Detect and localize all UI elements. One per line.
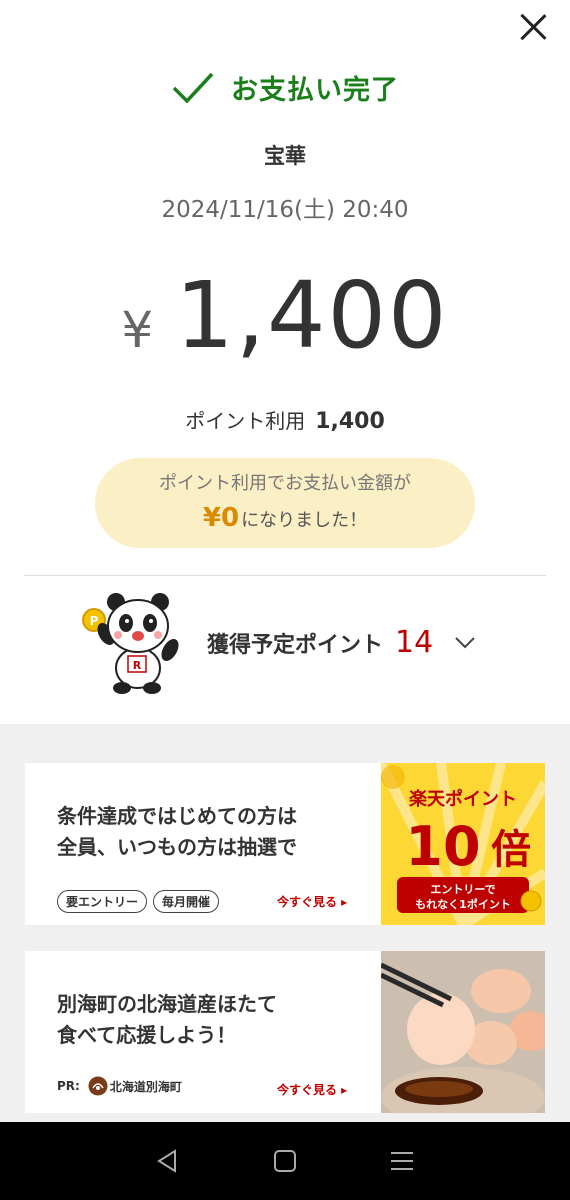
- banner-sub1: エントリーで: [430, 883, 495, 896]
- merchant-name: 宝華: [264, 144, 306, 168]
- status-text: お支払い完了: [231, 75, 399, 106]
- sponsor-logo-icon: [88, 1076, 108, 1096]
- scallop-photo: [381, 951, 545, 1113]
- promo-title-line2: 全員、いつもの方は抽選で: [57, 835, 297, 859]
- pr-sponsor: PR: 北海道別海町: [57, 1076, 182, 1096]
- pr-label: PR:: [57, 1079, 80, 1093]
- see-now-link[interactable]: 今すぐ見る ▸: [277, 893, 347, 910]
- back-triangle-icon[interactable]: [153, 1146, 183, 1176]
- see-now-link[interactable]: 今すぐ見る ▸: [277, 1081, 347, 1098]
- svg-text:R: R: [133, 659, 142, 672]
- home-square-icon[interactable]: [270, 1146, 300, 1176]
- promo-title-line1: 別海町の北海道産ほたて: [57, 992, 277, 1016]
- amount-value: 1,400: [175, 262, 449, 369]
- promo-title-line2: 食べて応援しよう！: [57, 1023, 237, 1047]
- system-nav-bar: [0, 1122, 570, 1200]
- earned-points-label: 獲得予定ポイント: [207, 632, 384, 658]
- points-notice: ポイント利用でお支払い金額が ¥0 になりました！: [95, 458, 475, 548]
- promo-title: 別海町の北海道産ほたて 食べて応援しよう！: [57, 989, 277, 1051]
- payment-status: お支払い完了: [0, 68, 570, 107]
- payment-datetime: 2024/11/16(土) 20:40: [161, 197, 409, 223]
- earned-points-value: 14: [395, 625, 434, 660]
- svg-text:P: P: [90, 614, 99, 628]
- banner-big-suffix: 倍: [491, 827, 531, 873]
- notice-line1: ポイント利用でお支払い金額が: [159, 473, 411, 494]
- promo-card-scallops[interactable]: 別海町の北海道産ほたて 食べて応援しよう！ PR: 北海道別海町 今すぐ見る ▸: [25, 951, 545, 1113]
- notice-line2: ¥0 になりました！: [95, 503, 475, 533]
- chevron-down-icon[interactable]: [455, 636, 475, 649]
- menu-lines-icon[interactable]: [387, 1146, 417, 1176]
- sponsor-name: 北海道別海町: [109, 1079, 182, 1094]
- notice-amount: ¥0: [202, 503, 240, 533]
- notice-suffix: になりました！: [241, 510, 368, 531]
- promo-title-line1: 条件達成ではじめての方は: [57, 804, 297, 828]
- tag-monthly: 毎月開催: [153, 890, 220, 913]
- tag-entry-required: 要エントリー: [57, 890, 148, 913]
- promo-title: 条件達成ではじめての方は 全員、いつもの方は抽選で: [57, 801, 297, 863]
- earned-points[interactable]: 獲得予定ポイント 14: [207, 625, 475, 660]
- promo-card-points[interactable]: 条件達成ではじめての方は 全員、いつもの方は抽選で 要エントリー 毎月開催 今す…: [25, 763, 545, 925]
- divider: [24, 575, 546, 576]
- close-button[interactable]: [518, 12, 548, 42]
- promo-tags: 要エントリー 毎月開催: [57, 890, 225, 913]
- check-icon: [172, 72, 214, 104]
- banner-sub2: もれなく1ポイント: [415, 897, 511, 911]
- banner-big-number: 10: [405, 815, 480, 878]
- points-campaign-banner: 楽天ポイント 10 倍 エントリーで もれなく1ポイント: [381, 763, 545, 925]
- payment-amount: ¥ 1,400: [0, 262, 570, 369]
- currency-symbol: ¥: [121, 301, 154, 359]
- points-used: ポイント利用 1,400: [0, 405, 570, 434]
- panda-mascot-icon: P R: [82, 593, 179, 694]
- banner-heading: 楽天ポイント: [409, 788, 517, 810]
- points-used-value: 1,400: [315, 409, 385, 434]
- points-used-label: ポイント利用: [185, 409, 306, 433]
